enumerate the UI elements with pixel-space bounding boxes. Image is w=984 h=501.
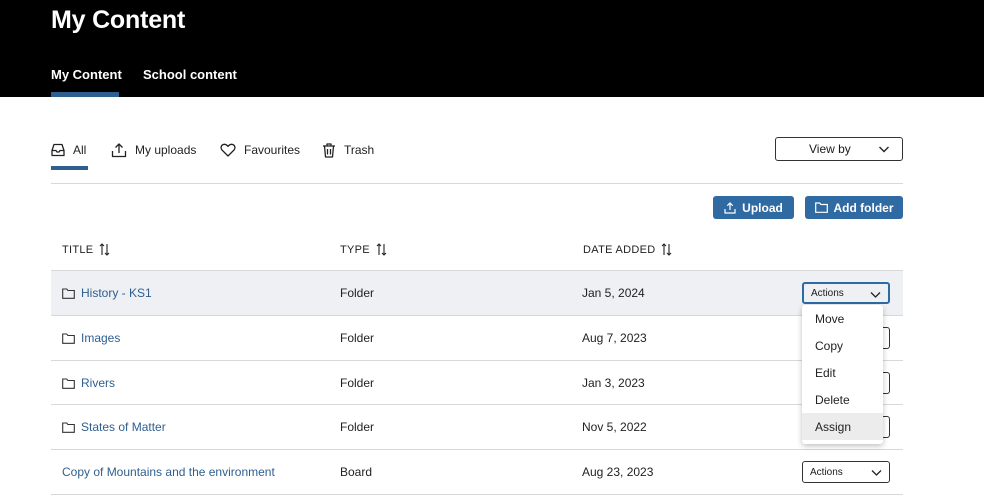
row-type: Folder [340,286,375,300]
sort-icon [662,243,672,256]
sort-icon [100,243,110,256]
filter-tab-favourites[interactable]: Favourites [220,140,300,160]
row-title-link[interactable]: Images [62,316,120,360]
menu-item-edit[interactable]: Edit [802,359,883,386]
upload-button[interactable]: Upload [713,196,794,219]
actions-dropdown-menu: Move Copy Edit Delete Assign [802,305,883,444]
column-header-date-added[interactable]: DATE ADDED [583,243,672,256]
row-title-link[interactable]: History - KS1 [62,271,152,315]
row-date: Jan 3, 2023 [582,376,645,390]
filter-tab-label: Trash [344,143,375,157]
add-folder-button[interactable]: Add folder [805,196,903,219]
column-header-type[interactable]: TYPE [340,243,387,256]
filter-tab-all[interactable]: All [51,140,86,160]
actions-label: Actions [811,287,844,299]
menu-item-delete[interactable]: Delete [802,386,883,413]
row-title-link[interactable]: Rivers [62,361,115,405]
folder-icon [814,202,828,213]
folder-icon [62,287,75,299]
row-title: Rivers [81,376,116,390]
row-date: Jan 5, 2024 [582,286,645,300]
row-date: Nov 5, 2022 [582,420,647,434]
row-title: States of Matter [81,420,166,434]
page-header: My Content My Content School content [0,0,984,97]
actions-button[interactable]: Actions [802,461,890,483]
folder-icon [62,332,75,344]
active-filter-indicator [51,166,88,170]
upload-label: Upload [742,200,783,215]
table-row[interactable]: History - KS1 Folder Jan 5, 2024 Actions [51,270,903,315]
active-tab-indicator [51,92,119,97]
table-row[interactable]: States of Matter Folder Nov 5, 2022 [51,404,903,449]
actions-label: Actions [810,466,843,478]
row-type: Folder [340,376,375,390]
row-title: Copy of Mountains and the environment [62,465,275,479]
column-header-title[interactable]: TITLE [62,243,110,256]
menu-item-copy[interactable]: Copy [802,332,883,359]
table-row[interactable]: Rivers Folder Jan 3, 2023 [51,360,903,405]
chevron-down-icon [871,470,882,476]
sort-icon [376,243,387,256]
row-title: Images [81,331,121,345]
divider [51,183,903,184]
upload-icon [724,201,736,214]
row-type: Folder [340,420,375,434]
chevron-down-icon [870,292,881,298]
actions-button[interactable]: Actions [802,282,890,304]
row-title: History - KS1 [81,286,152,300]
table-row[interactable]: Copy of Mountains and the environment Bo… [51,449,903,494]
row-title-link[interactable]: Copy of Mountains and the environment [62,450,275,494]
row-type: Board [340,465,373,479]
chevron-down-icon [879,146,889,153]
row-type: Folder [340,331,375,345]
filter-tab-label: All [73,143,87,157]
column-header-label: TITLE [62,243,94,256]
row-date: Aug 7, 2023 [582,331,647,345]
page-title: My Content [51,6,186,34]
row-title-link[interactable]: States of Matter [62,405,166,449]
filter-tab-label: My uploads [135,143,197,157]
view-by-select[interactable]: View by [775,137,903,161]
table-bottom-border [51,494,903,495]
folder-icon [62,421,75,433]
menu-item-assign[interactable]: Assign [802,413,883,440]
trash-icon [323,142,335,158]
add-folder-label: Add folder [833,200,894,215]
tab-my-content[interactable]: My Content [51,67,122,82]
filter-tab-my-uploads[interactable]: My uploads [111,140,196,160]
filter-tab-label: Favourites [244,143,301,157]
table-row[interactable]: Images Folder Aug 7, 2023 [51,315,903,360]
filter-tab-trash[interactable]: Trash [322,140,374,160]
column-header-label: DATE ADDED [583,243,656,256]
tab-school-content[interactable]: School content [143,67,237,82]
row-date: Aug 23, 2023 [582,465,654,479]
column-header-label: TYPE [340,243,370,256]
folder-icon [62,377,75,389]
heart-icon [220,143,236,157]
inbox-icon [51,143,65,157]
view-by-label: View by [809,142,851,156]
upload-icon [111,143,127,158]
menu-item-move[interactable]: Move [802,305,883,332]
